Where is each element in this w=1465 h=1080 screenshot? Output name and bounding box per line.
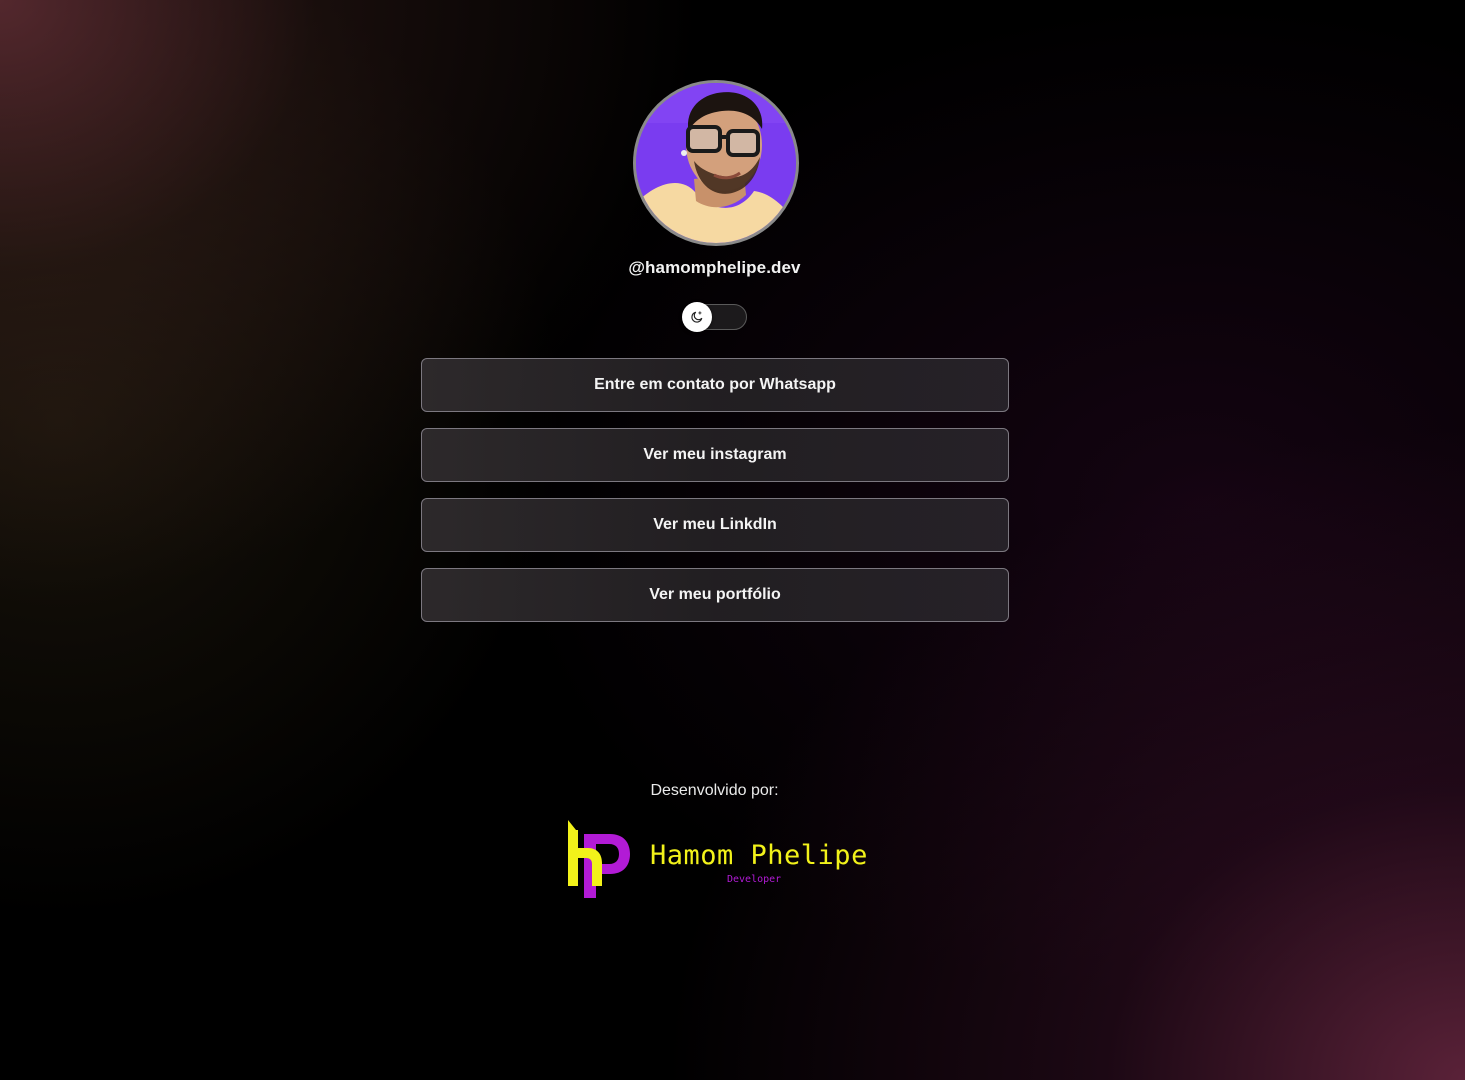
profile-handle: @hamomphelipe.dev <box>628 258 801 277</box>
moon-icon <box>691 311 703 323</box>
portfolio-link-label: Ver meu portfólio <box>649 586 781 603</box>
brand-subtitle: Developer <box>727 874 782 885</box>
linkedin-link-button[interactable]: Ver meu LinkdIn <box>421 498 1009 552</box>
theme-toggle[interactable] <box>682 302 747 332</box>
whatsapp-link-label: Entre em contato por Whatsapp <box>594 376 836 393</box>
instagram-link-label: Ver meu instagram <box>643 446 787 463</box>
instagram-link-button[interactable]: Ver meu instagram <box>421 428 1009 482</box>
brand-name: Hamom Phelipe <box>650 840 868 871</box>
hp-logo-icon <box>568 820 630 898</box>
developer-brand[interactable]: Hamom Phelipe Developer <box>566 818 868 900</box>
whatsapp-link-button[interactable]: Entre em contato por Whatsapp <box>421 358 1009 412</box>
linkedin-link-label: Ver meu LinkdIn <box>653 516 777 533</box>
portfolio-link-button[interactable]: Ver meu portfólio <box>421 568 1009 622</box>
theme-toggle-knob[interactable] <box>682 302 712 332</box>
credits-label: Desenvolvido por: <box>650 782 779 799</box>
avatar-photo <box>636 83 796 243</box>
avatar <box>633 80 799 246</box>
links-list: Entre em contato por Whatsapp Ver meu in… <box>421 358 1009 638</box>
